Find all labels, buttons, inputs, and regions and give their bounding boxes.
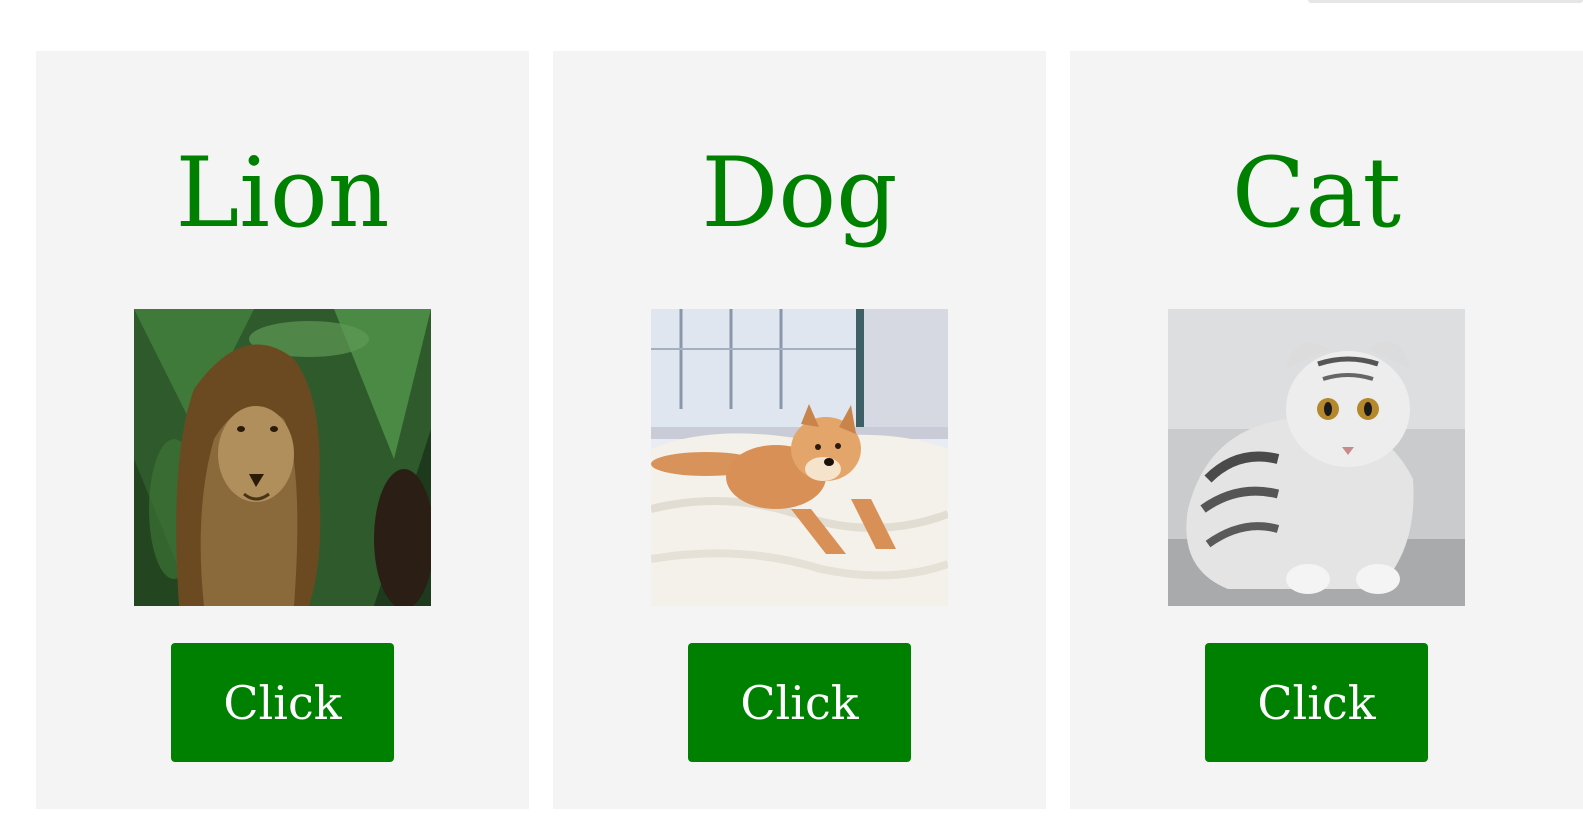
card-title: Dog: [701, 137, 898, 249]
click-button[interactable]: Click: [688, 643, 911, 762]
card-dog: Dog Click: [553, 51, 1046, 809]
lion-image: [134, 309, 431, 606]
card-title: Lion: [175, 137, 390, 249]
click-button[interactable]: Click: [1205, 643, 1428, 762]
dog-image: [651, 309, 948, 606]
card-cat: Cat Click: [1070, 51, 1583, 809]
card-title: Cat: [1231, 137, 1402, 249]
page: Lion Click Dog Click Cat Click: [0, 0, 1583, 822]
horizontal-scrollbar[interactable]: [1308, 0, 1583, 3]
click-button[interactable]: Click: [171, 643, 394, 762]
card-lion: Lion Click: [36, 51, 529, 809]
cat-image: [1168, 309, 1465, 606]
